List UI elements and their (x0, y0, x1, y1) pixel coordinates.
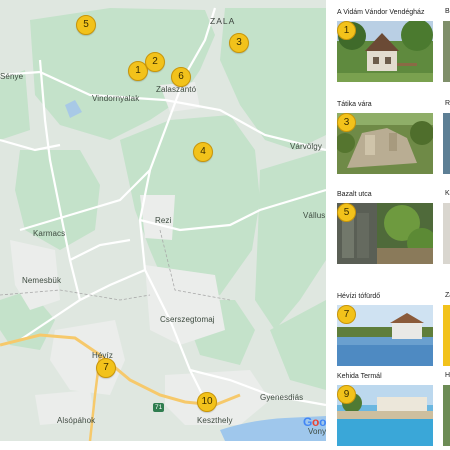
listing-photo-partial[interactable] (443, 305, 450, 366)
listing-card[interactable]: A Vidám Vándor Vendégház 1 (337, 8, 433, 84)
listing-card[interactable]: Tátika vára 3 (337, 100, 433, 176)
place-label: Vindornyalak (92, 94, 140, 103)
listing-title-partial: H (445, 372, 450, 379)
listing-title: Kehida Termál (337, 373, 382, 380)
region-label: ZALA (210, 16, 236, 26)
listing-photo-partial[interactable] (443, 113, 450, 174)
listing-card[interactable]: Hévízi tófürdő 7 (337, 292, 433, 368)
place-label: Várvölgy (290, 142, 322, 151)
listing-card[interactable]: Bazalt utca 5 (337, 190, 433, 266)
place-label: Rezi (155, 216, 172, 225)
listing-title: Tátika vára (337, 101, 372, 108)
listing-photo-partial[interactable] (443, 21, 450, 82)
map-marker[interactable]: 2 (145, 52, 165, 72)
listing-title-partial: Bo (445, 8, 450, 15)
listing-title: Bazalt utca (337, 191, 372, 198)
place-label: Sénye (0, 72, 24, 81)
listing-title-partial: Ra (445, 100, 450, 107)
place-label: Nemesbük (22, 276, 62, 285)
map-view[interactable]: ZALA Sénye Vindornyalak Zalaszántó Várvö… (0, 0, 326, 441)
listing-title-partial: Za (445, 292, 450, 299)
listing-card[interactable]: Kehida Termál 9 (337, 372, 433, 448)
listing-number: 7 (337, 305, 356, 324)
place-label: Zalaszántó (156, 85, 197, 94)
listing-number: 5 (337, 203, 356, 222)
place-label: Cserszegtomaj (160, 315, 215, 324)
place-label: Gyenesdiás (260, 393, 304, 402)
map-marker[interactable]: 3 (229, 33, 249, 53)
map-marker[interactable]: 4 (193, 142, 213, 162)
place-label: Vállus (303, 211, 326, 220)
listing-title-partial: Ke (445, 190, 450, 197)
map-marker[interactable]: 5 (76, 15, 96, 35)
place-label: Alsópáhok (57, 416, 96, 425)
map-marker[interactable]: 6 (171, 67, 191, 87)
map-marker[interactable]: 7 (96, 358, 116, 378)
listing-number: 1 (337, 21, 356, 40)
listing-title: A Vidám Vándor Vendégház (337, 9, 425, 16)
place-label: Karmacs (33, 229, 66, 238)
listing-number: 3 (337, 113, 356, 132)
google-logo: Goo (303, 415, 326, 429)
road-shield: 71 (153, 403, 165, 412)
listing-photo-partial[interactable] (443, 385, 450, 446)
place-label: Keszthely (197, 416, 233, 425)
map-marker[interactable]: 10 (197, 392, 217, 412)
listing-title: Hévízi tófürdő (337, 293, 381, 300)
listing-photo-partial[interactable] (443, 203, 450, 264)
listing-number: 9 (337, 385, 356, 404)
